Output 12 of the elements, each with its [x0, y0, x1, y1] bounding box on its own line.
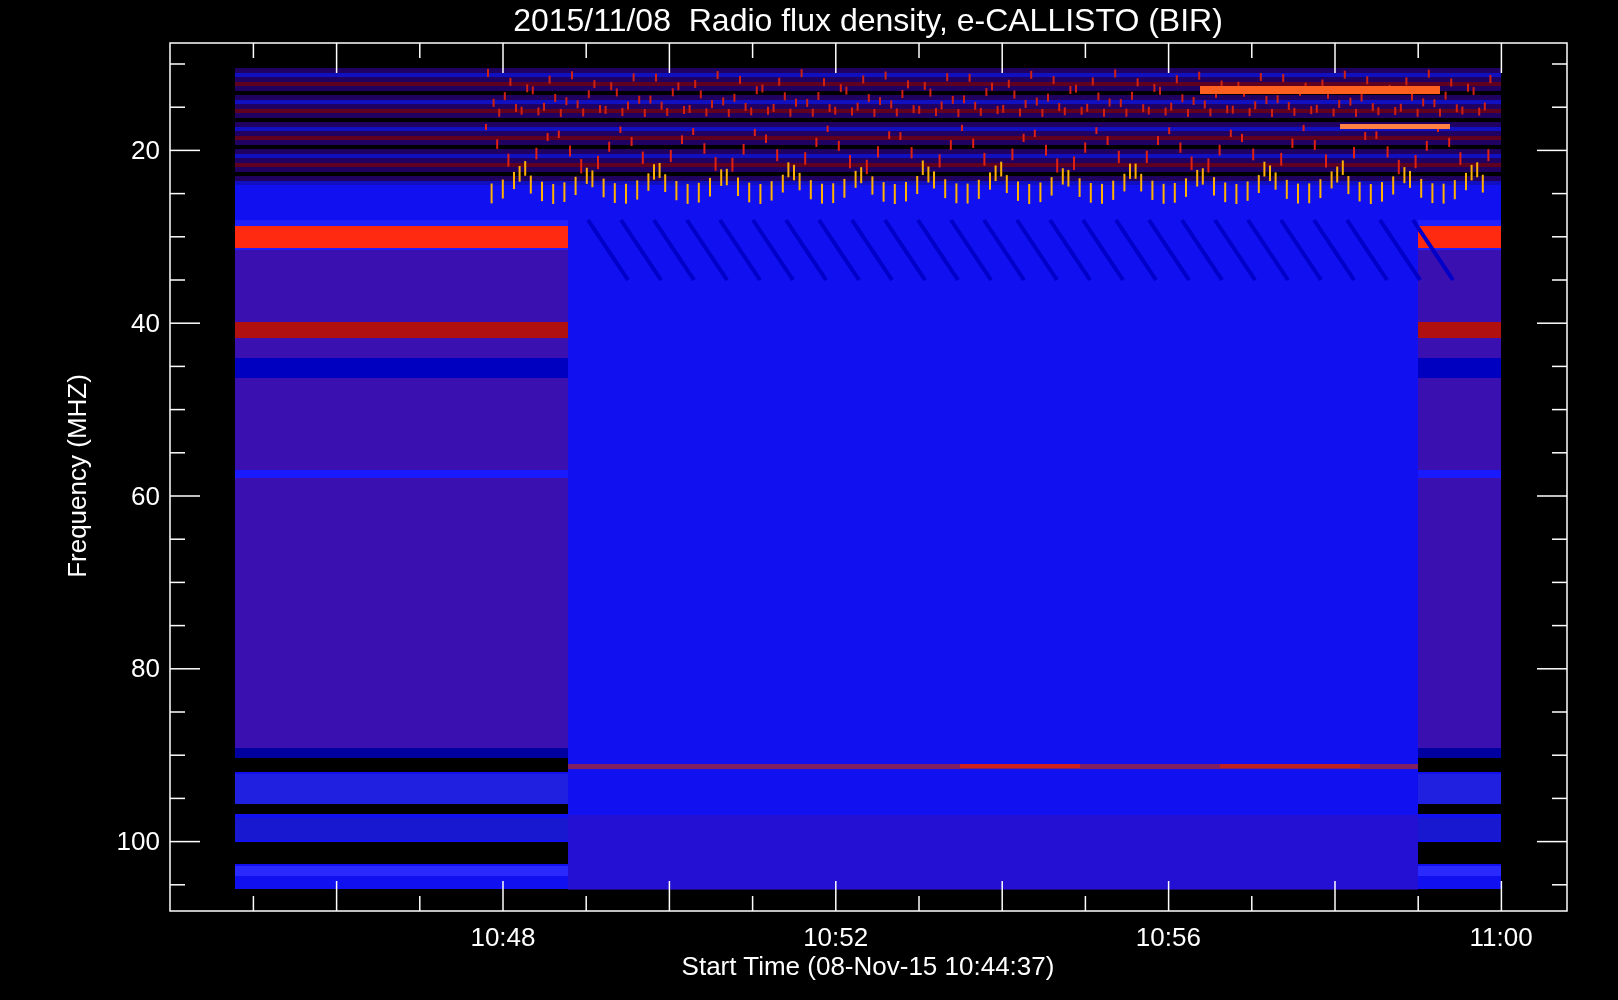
- y-tick-label: 60: [131, 480, 160, 511]
- x-axis-label: Start Time (08-Nov-15 10:44:37): [681, 951, 1055, 981]
- y-tick-label: 80: [131, 653, 160, 684]
- x-tick-label: 10:52: [803, 922, 869, 952]
- y-tick-label: 20: [131, 135, 160, 165]
- y-tick-label: 40: [131, 307, 160, 338]
- x-tick-label: 10:56: [1135, 922, 1201, 952]
- x-tick-label: 10:48: [470, 922, 536, 952]
- y-axis-label: Frequency (MHZ): [62, 374, 92, 578]
- x-tick-label: 11:00: [1469, 922, 1533, 952]
- chart-title: 2015/11/08 Radio flux density, e-CALLISTO (BIR): [513, 2, 1223, 38]
- y-tick-label: 100: [116, 826, 160, 857]
